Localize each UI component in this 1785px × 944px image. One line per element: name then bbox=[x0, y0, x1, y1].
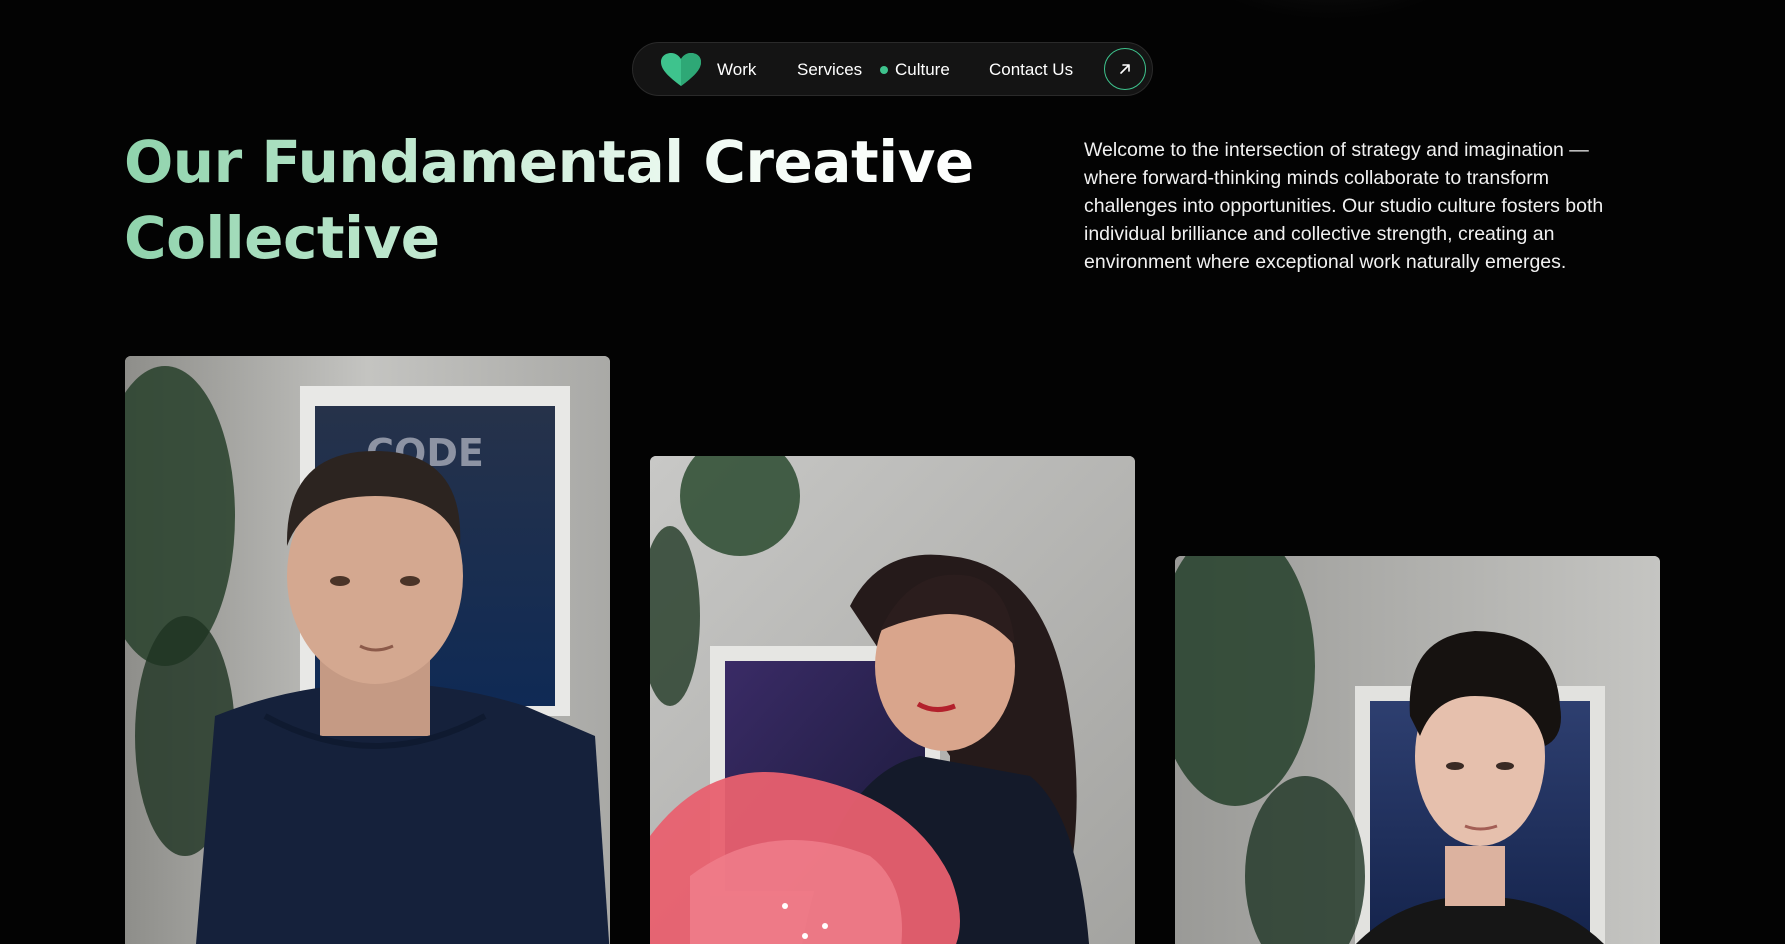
team-photo-3 bbox=[1175, 556, 1660, 944]
main-nav: Work Services Culture Contact Us bbox=[632, 42, 1153, 96]
background-glow bbox=[1180, 0, 1480, 20]
title-line-1: Our Fundamental Creative bbox=[124, 128, 974, 196]
nav-item-services[interactable]: Services bbox=[797, 43, 862, 97]
active-indicator-dot bbox=[880, 66, 888, 74]
page-title: Our Fundamental Creative Collective bbox=[124, 124, 984, 276]
nav-item-work[interactable]: Work bbox=[717, 43, 756, 97]
intro-paragraph: Welcome to the intersection of strategy … bbox=[1084, 139, 1604, 273]
title-line-2: Collective bbox=[124, 204, 440, 272]
arrow-up-right-icon bbox=[1120, 64, 1130, 74]
nav-item-culture[interactable]: Culture bbox=[895, 43, 950, 97]
nav-item-contact-us[interactable]: Contact Us bbox=[989, 43, 1073, 97]
page: Work Services Culture Contact Us Our Fun… bbox=[0, 0, 1785, 944]
team-photo-2 bbox=[650, 456, 1135, 944]
cta-button[interactable] bbox=[1104, 48, 1146, 90]
team-photo-1: CODE bbox=[125, 356, 610, 944]
heart-icon[interactable] bbox=[661, 53, 701, 87]
